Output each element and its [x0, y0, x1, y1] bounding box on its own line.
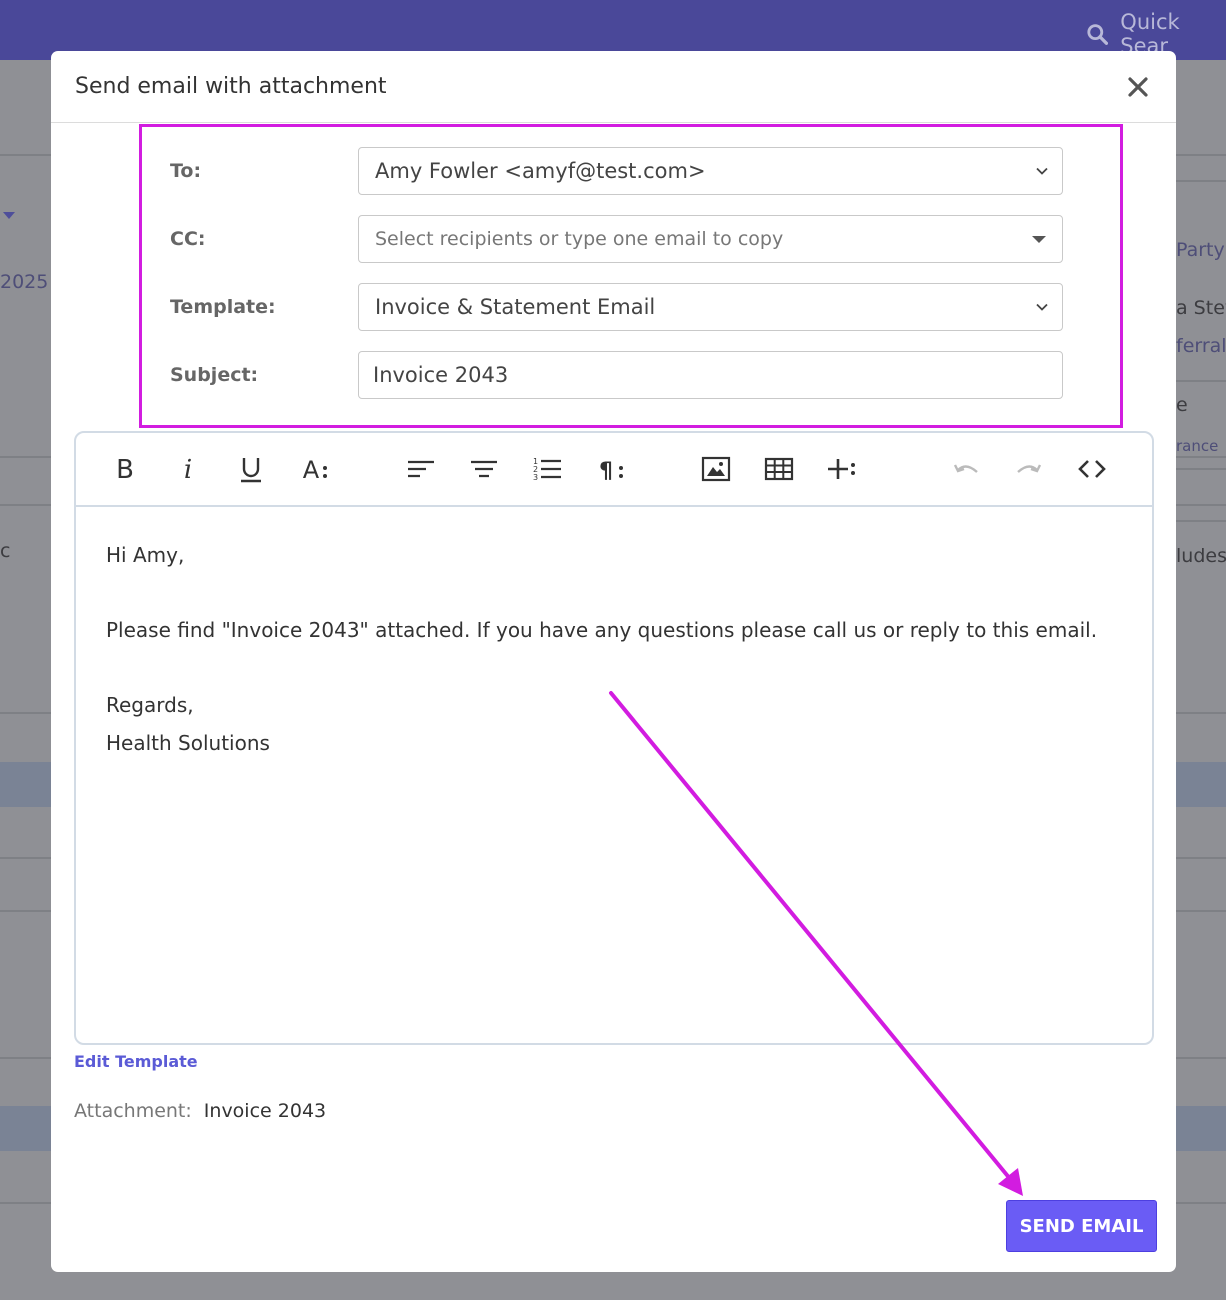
- to-value: Amy Fowler <amyf@test.com>: [375, 159, 706, 183]
- chevron-down-icon: [3, 212, 15, 219]
- email-closing: Regards,: [106, 693, 194, 717]
- cc-label: CC:: [170, 228, 206, 250]
- svg-text:B: B: [116, 455, 134, 484]
- email-signature: Health Solutions: [106, 730, 270, 755]
- paragraph-icon: ¶: [599, 459, 623, 484]
- to-label: To:: [170, 160, 202, 182]
- bg-text: ludes: [1176, 545, 1226, 567]
- ordered-list-icon: 123: [533, 457, 561, 482]
- underline-button[interactable]: [235, 453, 267, 485]
- email-message: Please find "Invoice 2043" attached. If …: [106, 618, 1098, 642]
- underline-icon: [241, 458, 261, 483]
- bg-divider: [1176, 380, 1226, 382]
- italic-icon: i: [184, 455, 192, 484]
- bg-divider: [1176, 468, 1226, 470]
- to-select[interactable]: Amy Fowler <amyf@test.com>: [358, 147, 1063, 195]
- insert-image-button[interactable]: [700, 453, 732, 485]
- svg-text:A: A: [303, 456, 320, 484]
- paragraph-button[interactable]: ¶: [594, 453, 626, 485]
- bg-divider: [1176, 520, 1226, 522]
- subject-input[interactable]: Invoice 2043: [358, 351, 1063, 399]
- svg-text:¶: ¶: [599, 459, 613, 484]
- table-icon: [764, 457, 794, 481]
- insert-more-icon: [828, 459, 855, 479]
- bg-link: rance: [1176, 437, 1219, 455]
- align-left-button[interactable]: [405, 453, 437, 485]
- redo-icon: [1017, 464, 1042, 473]
- chevron-down-icon: [1036, 303, 1048, 311]
- svg-text:i: i: [184, 455, 192, 484]
- recipient-fields-highlight: To: Amy Fowler <amyf@test.com> CC: Selec…: [139, 124, 1123, 428]
- bg-date-text: 2025: [0, 271, 49, 293]
- undo-button[interactable]: [950, 453, 982, 485]
- attachment-name: Invoice 2043: [203, 1100, 327, 1122]
- insert-table-button[interactable]: [763, 453, 795, 485]
- send-email-modal: Send email with attachment To: Amy Fowle…: [51, 51, 1176, 1272]
- bg-text: a Stev: [1176, 297, 1226, 319]
- font-size-icon: A: [303, 456, 327, 484]
- bold-icon: B: [116, 455, 134, 484]
- cc-placeholder: Select recipients or type one email to c…: [375, 228, 784, 250]
- align-center-icon: [471, 460, 497, 478]
- undo-icon: [953, 464, 978, 473]
- bg-link: Party: [1176, 239, 1225, 261]
- bg-divider: [1176, 180, 1226, 182]
- send-email-button[interactable]: SEND EMAIL: [1006, 1200, 1157, 1252]
- italic-button[interactable]: i: [172, 453, 204, 485]
- font-size-button[interactable]: A: [298, 453, 330, 485]
- cc-row: CC: Select recipients or type one email …: [170, 215, 1075, 263]
- code-view-button[interactable]: [1076, 453, 1108, 485]
- subject-row: Subject: Invoice 2043: [170, 351, 1075, 399]
- template-value: Invoice & Statement Email: [375, 295, 656, 319]
- attachment-label: Attachment:: [74, 1100, 192, 1122]
- modal-title: Send email with attachment: [75, 74, 387, 99]
- redo-button[interactable]: [1013, 453, 1045, 485]
- align-left-icon: [408, 460, 434, 478]
- editor-content[interactable]: Hi Amy, Please find "Invoice 2043" attac…: [76, 507, 1152, 792]
- attachment-info: Attachment: Invoice 2043: [74, 1100, 326, 1122]
- subject-label: Subject:: [170, 364, 259, 386]
- close-button[interactable]: [1124, 73, 1152, 101]
- ordered-list-button[interactable]: 123: [531, 453, 563, 485]
- code-view-icon: [1078, 460, 1106, 478]
- bg-text: c: [0, 540, 11, 562]
- close-icon: [1128, 76, 1148, 97]
- caret-down-icon: [1032, 235, 1046, 243]
- to-row: To: Amy Fowler <amyf@test.com>: [170, 147, 1075, 195]
- insert-more-button[interactable]: [826, 453, 858, 485]
- modal-header: Send email with attachment: [51, 51, 1176, 123]
- search-icon: [1087, 24, 1109, 45]
- bg-link: ferral: [1176, 335, 1226, 357]
- rich-text-editor: B i A 123 ¶ Hi Amy, Please find "Invoice…: [74, 431, 1154, 1045]
- cc-input[interactable]: Select recipients or type one email to c…: [358, 215, 1063, 263]
- bold-button[interactable]: B: [109, 453, 141, 485]
- align-center-button[interactable]: [468, 453, 500, 485]
- bg-text: e: [1176, 394, 1188, 416]
- subject-value: Invoice 2043: [373, 363, 509, 387]
- edit-template-link[interactable]: Edit Template: [74, 1052, 198, 1071]
- template-select[interactable]: Invoice & Statement Email: [358, 283, 1063, 331]
- template-row: Template: Invoice & Statement Email: [170, 283, 1075, 331]
- chevron-down-icon: [1036, 167, 1048, 175]
- template-label: Template:: [170, 296, 276, 318]
- email-greeting: Hi Amy,: [106, 543, 185, 567]
- editor-toolbar: B i A 123 ¶: [76, 433, 1152, 507]
- svg-text:3: 3: [533, 473, 538, 482]
- image-icon: [701, 456, 731, 482]
